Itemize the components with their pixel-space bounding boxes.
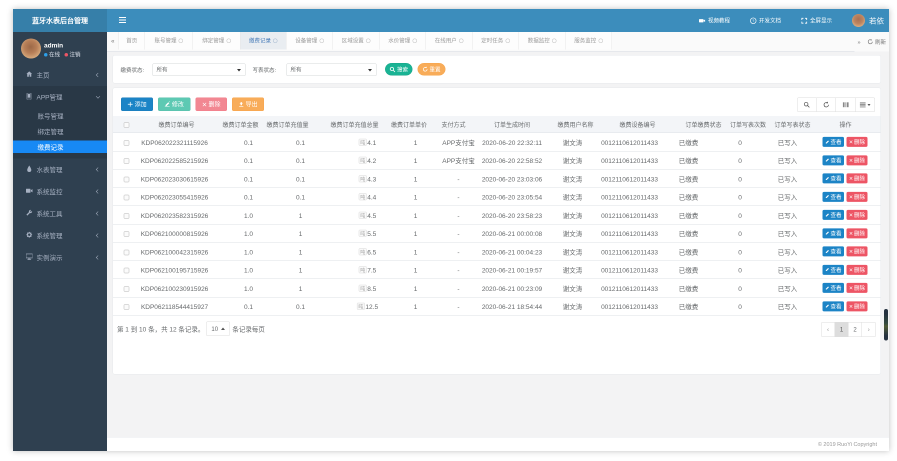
svg-text:?: ? [752,19,754,23]
